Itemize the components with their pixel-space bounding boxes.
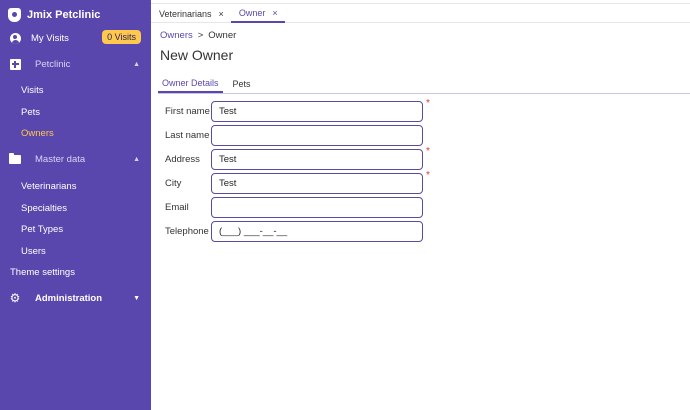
email-field[interactable] bbox=[211, 197, 423, 218]
chevron-up-icon: ▲ bbox=[133, 60, 140, 68]
telephone-label: Telephone bbox=[165, 226, 209, 237]
sidebar-item-pet-types[interactable]: Pet Types bbox=[0, 219, 151, 239]
sidebar-item-label: Visits bbox=[21, 84, 44, 96]
sidebar-item-label: Veterinarians bbox=[21, 180, 77, 192]
form-tabs: Owner Details Pets bbox=[158, 74, 690, 94]
sidebar-item-label: Users bbox=[21, 245, 46, 257]
last-name-label: Last name bbox=[165, 130, 210, 141]
sidebar-group-administration[interactable]: ⚙ Administration ▼ bbox=[0, 288, 151, 308]
address-row: Address * bbox=[165, 146, 455, 171]
sidebar-item-label: My Visits bbox=[31, 32, 69, 44]
first-name-row: First name * bbox=[165, 98, 455, 123]
tab-owner-details[interactable]: Owner Details bbox=[158, 74, 223, 93]
tab-label: Pets bbox=[232, 78, 251, 89]
breadcrumb-owners-link[interactable]: Owners bbox=[160, 30, 193, 41]
breadcrumb: Owners > Owner bbox=[160, 30, 236, 41]
main-content: Veterinarians × Owner × Owners > Owner N… bbox=[151, 0, 690, 410]
address-field[interactable] bbox=[211, 149, 423, 170]
close-icon[interactable]: × bbox=[272, 8, 277, 18]
sidebar-item-label: Owners bbox=[21, 127, 54, 139]
sidebar-item-owners[interactable]: Owners bbox=[0, 123, 151, 143]
sidebar-group-master-data[interactable]: Master data ▲ bbox=[0, 149, 151, 169]
app-title: Jmix Petclinic bbox=[27, 9, 101, 21]
first-name-label: First name bbox=[165, 106, 210, 117]
sidebar-item-visits[interactable]: Visits bbox=[0, 80, 151, 100]
sidebar-item-theme-settings[interactable]: Theme settings bbox=[0, 262, 151, 282]
breadcrumb-current: Owner bbox=[208, 30, 237, 41]
sidebar-item-my-visits[interactable]: My Visits 0 Visits bbox=[0, 28, 151, 48]
app-brand[interactable]: Jmix Petclinic bbox=[8, 6, 100, 24]
required-indicator: * bbox=[426, 98, 430, 109]
sidebar-group-petclinic[interactable]: Petclinic ▲ bbox=[0, 54, 151, 74]
sidebar-item-label: Specialties bbox=[21, 202, 67, 214]
tab-label: Owner Details bbox=[162, 77, 219, 88]
required-indicator: * bbox=[426, 170, 430, 181]
tab-owner[interactable]: Owner × bbox=[230, 4, 285, 23]
last-name-field[interactable] bbox=[211, 125, 423, 146]
tab-pets[interactable]: Pets bbox=[229, 74, 255, 93]
email-label: Email bbox=[165, 202, 189, 213]
email-row: Email bbox=[165, 197, 455, 219]
tab-label: Owner bbox=[238, 7, 266, 18]
sidebar-item-users[interactable]: Users bbox=[0, 241, 151, 261]
tab-bar: Veterinarians × Owner × bbox=[151, 3, 690, 23]
city-label: City bbox=[165, 178, 182, 189]
visits-badge: 0 Visits bbox=[102, 30, 141, 44]
city-field[interactable] bbox=[211, 173, 423, 194]
sidebar: Jmix Petclinic My Visits 0 Visits Petcli… bbox=[0, 0, 151, 410]
city-row: City * bbox=[165, 170, 455, 195]
sidebar-group-label: Administration bbox=[35, 292, 103, 304]
sidebar-group-label: Master data bbox=[35, 153, 86, 165]
user-icon bbox=[9, 32, 21, 44]
tab-label: Veterinarians bbox=[159, 8, 212, 19]
page-title: New Owner bbox=[160, 47, 234, 63]
sidebar-group-label: Petclinic bbox=[35, 58, 71, 70]
folder-icon bbox=[9, 152, 21, 164]
required-indicator: * bbox=[426, 146, 430, 157]
chevron-up-icon: ▲ bbox=[133, 155, 140, 163]
sidebar-item-label: Pet Types bbox=[21, 223, 64, 235]
gears-icon: ⚙ bbox=[9, 291, 21, 305]
breadcrumb-separator: > bbox=[197, 30, 204, 41]
app-window: Jmix Petclinic My Visits 0 Visits Petcli… bbox=[0, 0, 690, 410]
first-name-field[interactable] bbox=[211, 101, 423, 122]
sidebar-item-veterinarians[interactable]: Veterinarians bbox=[0, 176, 151, 196]
close-icon[interactable]: × bbox=[219, 9, 224, 19]
last-name-row: Last name bbox=[165, 125, 455, 147]
sidebar-item-specialties[interactable]: Specialties bbox=[0, 198, 151, 218]
tab-veterinarians[interactable]: Veterinarians × bbox=[151, 4, 231, 23]
telephone-row: Telephone bbox=[165, 221, 455, 243]
jmix-logo-icon bbox=[8, 8, 21, 22]
sidebar-item-label: Theme settings bbox=[10, 266, 75, 278]
clinic-icon bbox=[9, 58, 21, 70]
sidebar-item-pets[interactable]: Pets bbox=[0, 102, 151, 122]
sidebar-item-label: Pets bbox=[21, 106, 41, 118]
chevron-down-icon: ▼ bbox=[133, 294, 140, 302]
telephone-field[interactable] bbox=[211, 221, 423, 242]
address-label: Address bbox=[165, 154, 200, 165]
